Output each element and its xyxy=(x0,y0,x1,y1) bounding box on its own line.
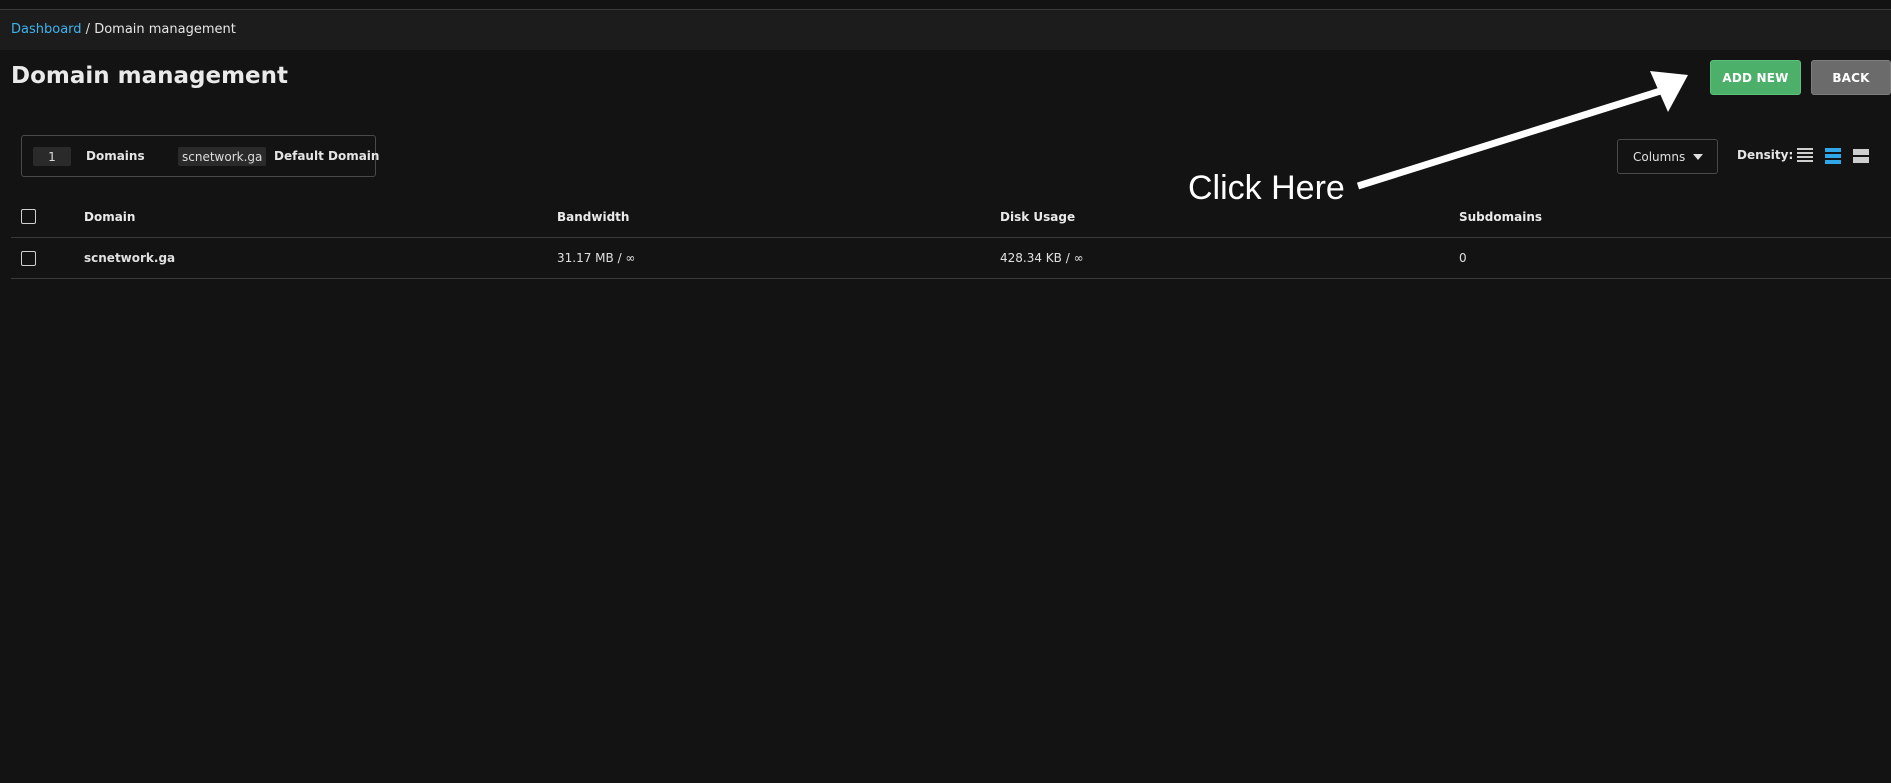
annotation-arrow-icon xyxy=(1356,71,1688,190)
page-title: Domain management xyxy=(11,63,289,89)
add-new-button[interactable]: ADD NEW xyxy=(1710,60,1801,95)
breadcrumb-dashboard-link[interactable]: Dashboard xyxy=(11,22,82,37)
row-checkbox[interactable] xyxy=(21,251,36,266)
back-button[interactable]: BACK xyxy=(1811,60,1891,95)
default-domain-label: Default Domain xyxy=(274,149,380,163)
annotation-click-here: Click Here xyxy=(1188,169,1345,207)
density-compact-icon[interactable] xyxy=(1797,148,1813,164)
header-disk-usage[interactable]: Disk Usage xyxy=(1000,210,1075,224)
breadcrumb-current: Domain management xyxy=(94,22,236,37)
density-label: Density: xyxy=(1737,148,1794,162)
cell-bandwidth: 31.17 MB / ∞ xyxy=(557,251,636,265)
domain-count: 1 xyxy=(33,147,71,166)
domain-summary: 1 Domains scnetwork.ga Default Domain xyxy=(21,135,380,177)
domains-table: Domain Bandwidth Disk Usage Subdomains s… xyxy=(11,196,1891,279)
table-header: Domain Bandwidth Disk Usage Subdomains xyxy=(11,196,1891,238)
cell-subdomains: 0 xyxy=(1459,251,1467,265)
domain-count-label: Domains xyxy=(86,149,145,163)
header-subdomains[interactable]: Subdomains xyxy=(1459,210,1542,224)
breadcrumb-separator: / xyxy=(81,22,95,37)
density-standard-icon[interactable] xyxy=(1825,148,1841,164)
cell-disk-usage: 428.34 KB / ∞ xyxy=(1000,251,1084,265)
density-comfortable-icon[interactable] xyxy=(1853,148,1869,164)
top-border xyxy=(0,0,1891,10)
breadcrumb-bar: Dashboard / Domain management xyxy=(0,10,1891,50)
header-bandwidth[interactable]: Bandwidth xyxy=(557,210,629,224)
header-domain[interactable]: Domain xyxy=(84,210,135,224)
breadcrumb: Dashboard / Domain management xyxy=(11,22,236,37)
default-domain-value: scnetwork.ga xyxy=(178,147,267,166)
cell-domain[interactable]: scnetwork.ga xyxy=(84,251,175,265)
select-all-checkbox[interactable] xyxy=(21,209,36,224)
table-row: scnetwork.ga 31.17 MB / ∞ 428.34 KB / ∞ … xyxy=(11,238,1891,279)
